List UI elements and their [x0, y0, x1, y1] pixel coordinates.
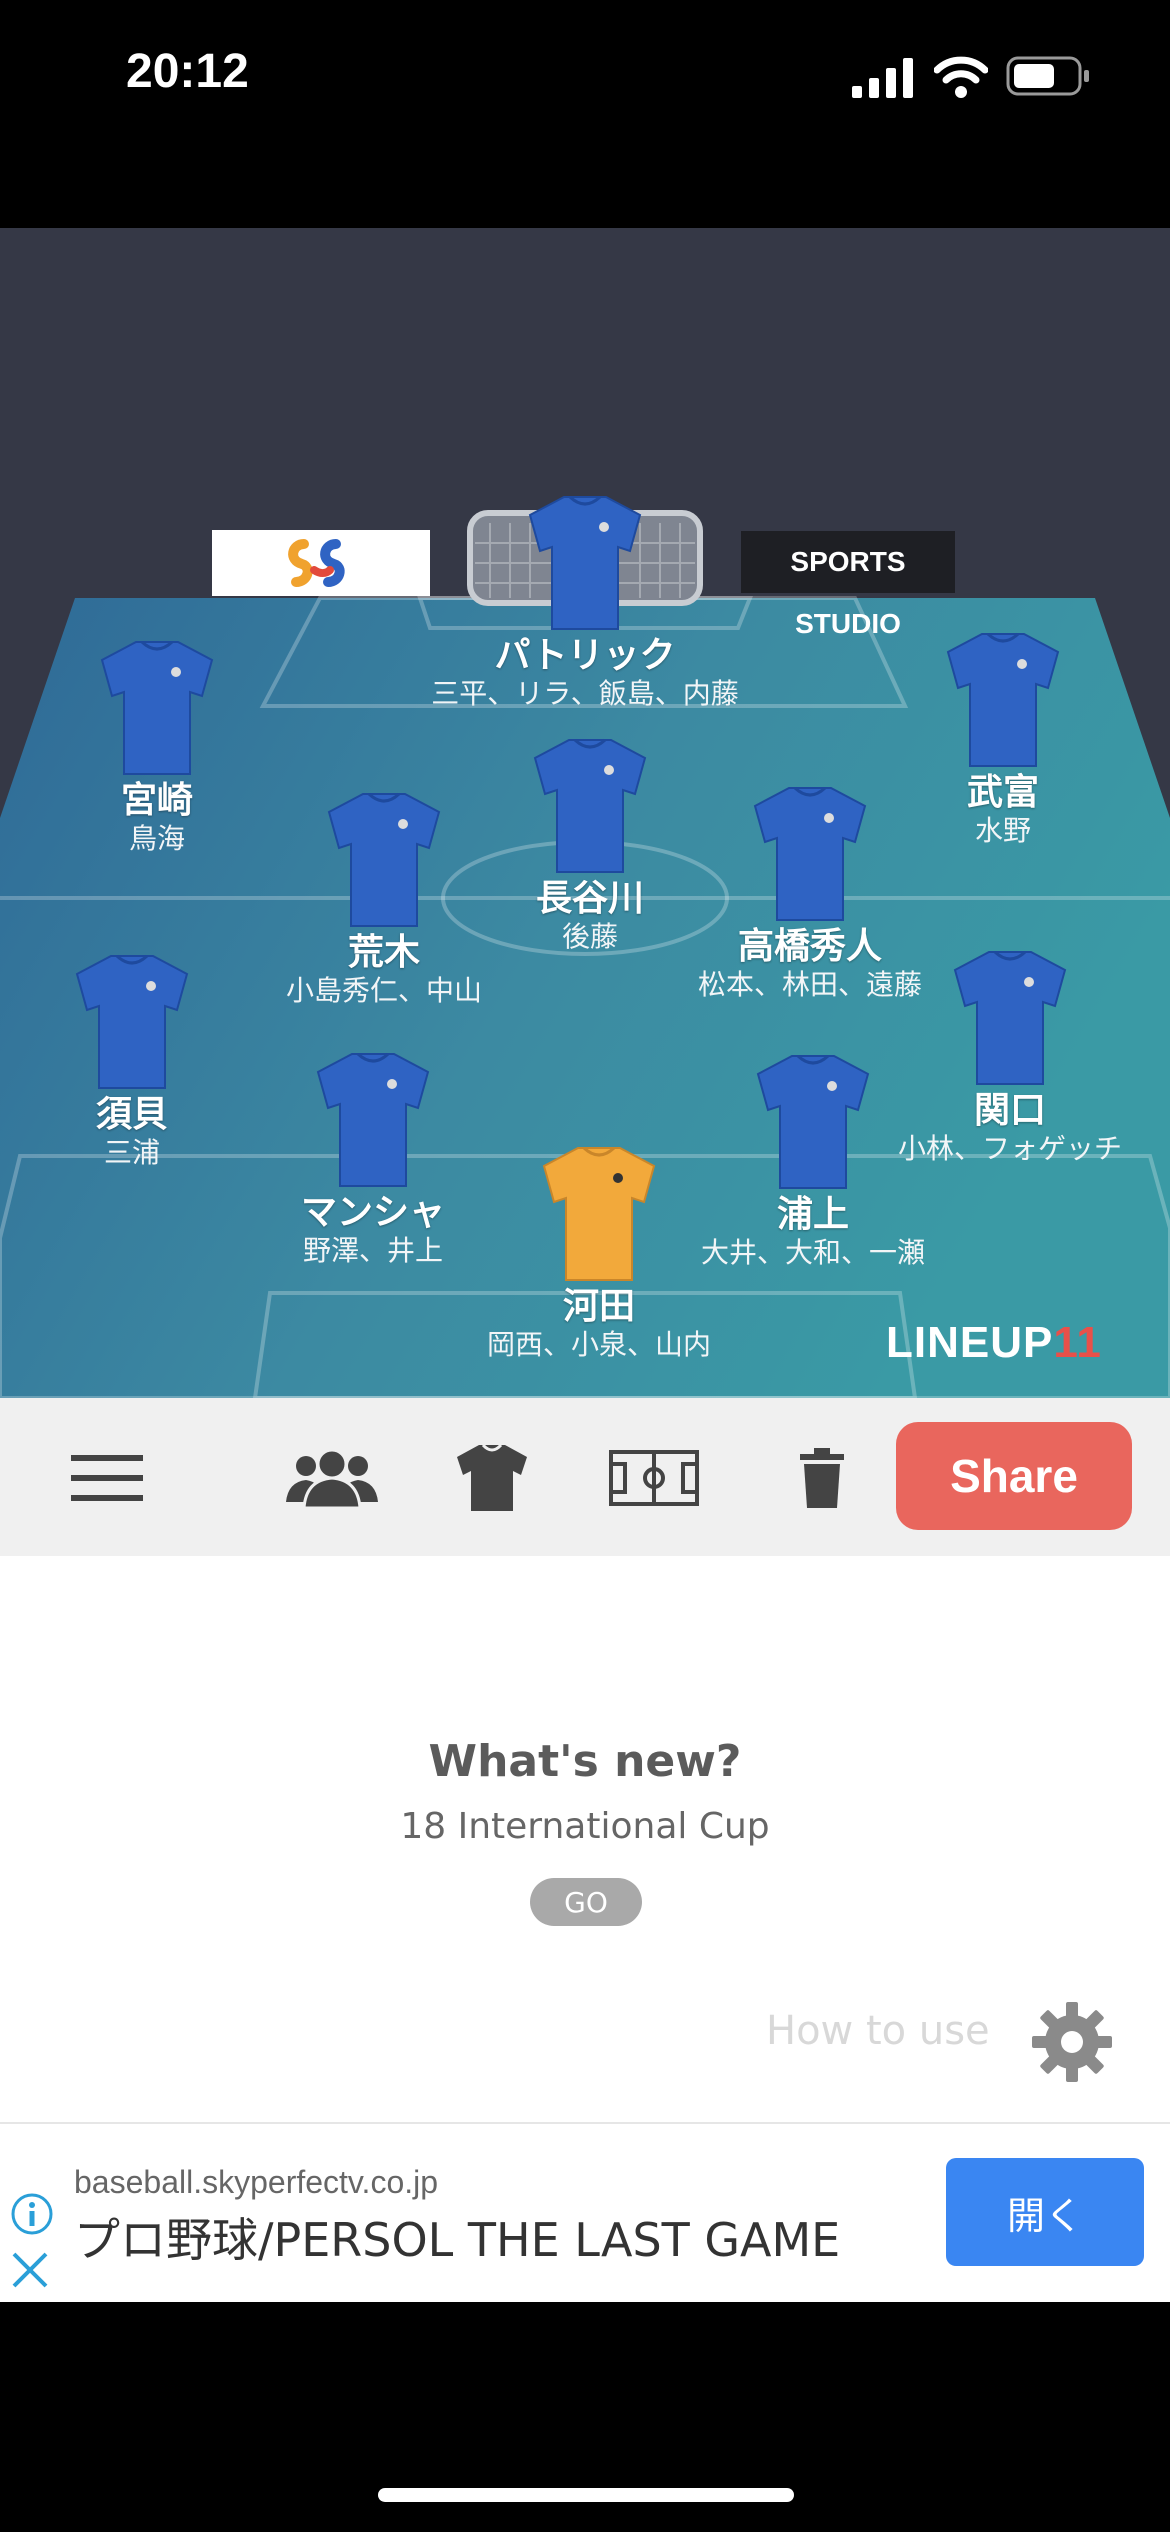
- people-icon: [286, 1448, 378, 1508]
- logo-text: LINEUP: [886, 1318, 1054, 1367]
- whats-new-subtitle: 18 International Cup: [400, 1806, 770, 1847]
- status-time: 20:12: [126, 45, 249, 98]
- jersey-icon: [100, 640, 214, 775]
- jersey-icon: [533, 738, 647, 873]
- formation-pitch: SPORTS STUDIO パトリック 三平、リラ、飯島、内藤 宮崎 鳥海 武富…: [0, 228, 1170, 1398]
- jersey-icon: [75, 954, 189, 1089]
- signal-icon: [852, 58, 913, 98]
- jersey-icon: [946, 632, 1060, 767]
- player-name: 河田: [562, 1286, 635, 1327]
- player-subs: 岡西、小泉、山内: [486, 1328, 711, 1361]
- formation-button[interactable]: [606, 1428, 702, 1528]
- ad-title: プロ野球/PERSOL THE LAST GAME: [74, 2213, 841, 2267]
- jersey-icon: [756, 1054, 870, 1189]
- ad-open-button[interactable]: 開く: [946, 2158, 1144, 2266]
- jersey-icon: [753, 786, 867, 921]
- sponsor-sports-studio: SPORTS STUDIO: [741, 531, 955, 639]
- logo-number: 11: [1053, 1318, 1102, 1367]
- battery-icon: [1006, 56, 1089, 96]
- shirt-icon: [457, 1443, 527, 1511]
- sponsor-logo-left: [212, 530, 430, 596]
- gear-icon[interactable]: [1030, 2000, 1114, 2084]
- delete-button[interactable]: [784, 1428, 860, 1528]
- ad-domain: baseball.skyperfectv.co.jp: [74, 2164, 439, 2200]
- wifi-icon: [934, 56, 988, 98]
- menu-button[interactable]: [60, 1428, 154, 1528]
- whats-new-title: What's new?: [428, 1736, 742, 1787]
- close-icon[interactable]: [10, 2250, 50, 2290]
- hamburger-menu-icon: [71, 1455, 143, 1501]
- lineup11-logo: LINEUP11: [886, 1318, 1102, 1368]
- status-bar: 20:12: [0, 0, 1170, 150]
- player-card[interactable]: パトリック 三平、リラ、飯島、内藤: [425, 493, 745, 711]
- field-icon: [609, 1450, 699, 1506]
- jersey-icon: [528, 495, 642, 630]
- bottom-toolbar: Share: [0, 1398, 1170, 1556]
- trash-icon: [800, 1448, 844, 1508]
- goalkeeper-jersey-icon: [542, 1146, 656, 1281]
- home-indicator[interactable]: [378, 2488, 794, 2502]
- how-to-use-link[interactable]: How to use: [766, 2008, 990, 2054]
- goalkeeper-card[interactable]: 河田 岡西、小泉、山内: [439, 1144, 759, 1362]
- share-button[interactable]: Share: [896, 1422, 1132, 1530]
- go-button[interactable]: GO: [530, 1878, 642, 1926]
- jersey-icon: [327, 792, 441, 927]
- ss-logo-icon: [288, 539, 345, 587]
- info-icon[interactable]: [10, 2192, 54, 2236]
- player-subs: 三平、リラ、飯島、内藤: [431, 677, 739, 710]
- kit-button[interactable]: [448, 1428, 536, 1528]
- ad-banner[interactable]: baseball.skyperfectv.co.jp プロ野球/PERSOL T…: [0, 2122, 1170, 2304]
- players-button[interactable]: [280, 1428, 384, 1528]
- jersey-icon: [316, 1052, 430, 1187]
- player-name: パトリック: [494, 635, 676, 676]
